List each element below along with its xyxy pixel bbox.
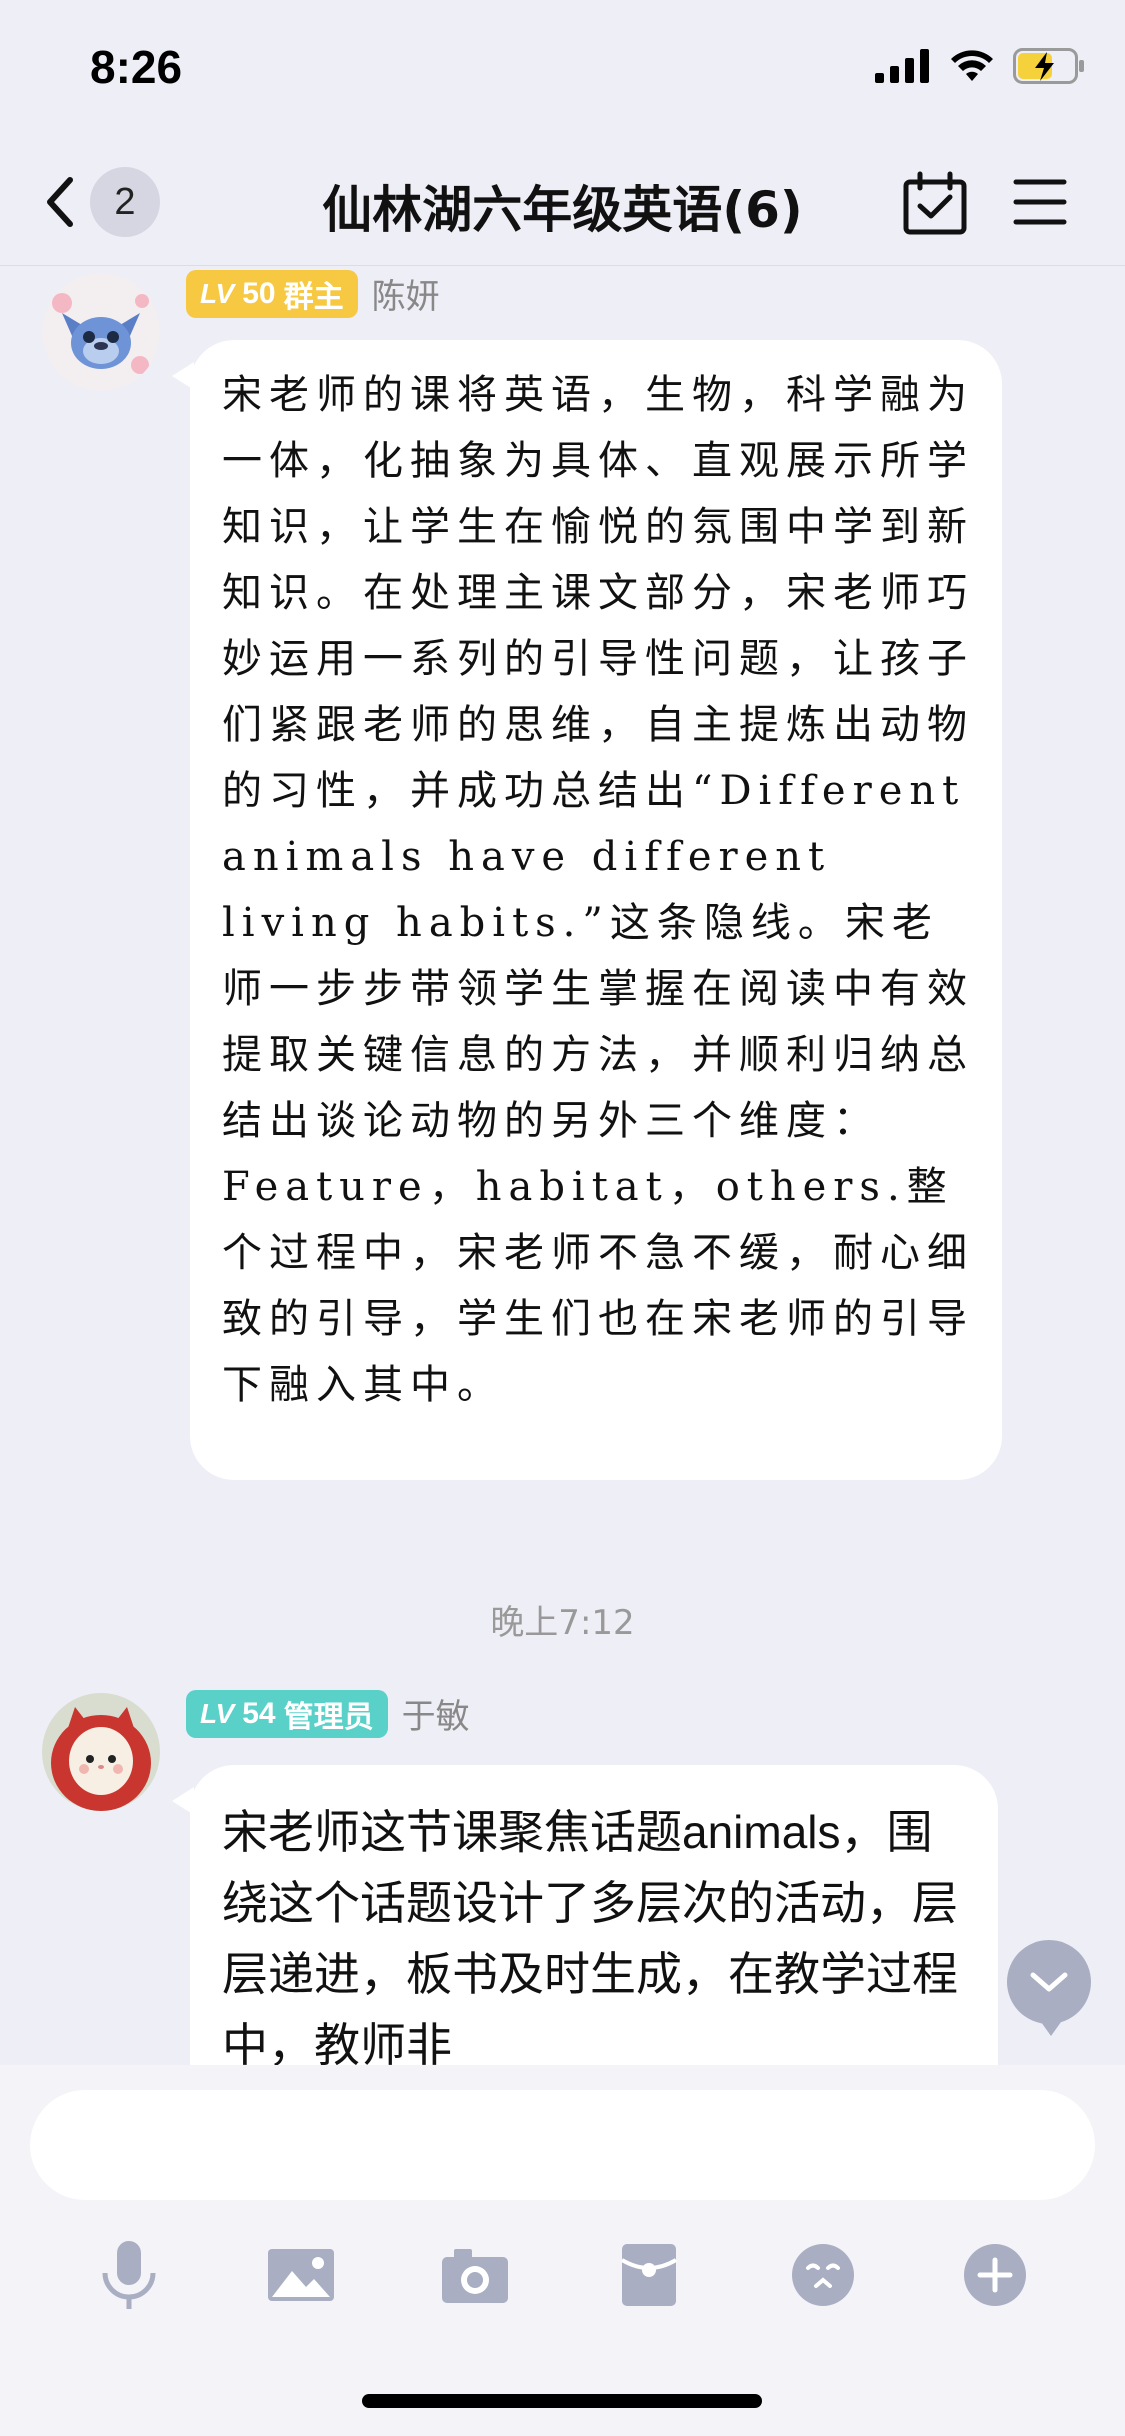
level-number: 54 <box>242 1696 276 1730</box>
message-text: 宋老师这节课聚焦话题animals，围绕这个话题设计了多层次的活动，层层递进，板… <box>222 1806 958 2065</box>
wifi-icon <box>951 50 993 81</box>
level-badge: LV 50 群主 <box>186 269 358 318</box>
avatar[interactable] <box>42 1693 160 1811</box>
camera-button[interactable] <box>430 2230 520 2320</box>
stitch-avatar-icon <box>42 273 160 391</box>
image-icon <box>268 2249 334 2301</box>
calendar-check-icon <box>903 171 967 235</box>
voice-button[interactable] <box>84 2230 174 2320</box>
level-number: 50 <box>242 276 276 310</box>
level-label: LV <box>200 277 235 309</box>
level-badge: LV 54 管理员 <box>186 1689 388 1738</box>
message-meta: LV 54 管理员 于敏 <box>186 1689 470 1738</box>
chevron-down-icon <box>1030 1972 1068 1992</box>
plus-icon <box>964 2244 1026 2306</box>
input-toolbar <box>0 2230 1125 2340</box>
battery-charging-icon <box>1013 48 1084 84</box>
red-packet-button[interactable] <box>604 2230 694 2320</box>
home-indicator <box>362 2394 762 2408</box>
status-time: 8:26 <box>90 41 183 93</box>
hamburger-menu-icon <box>1013 179 1067 225</box>
role-label: 管理员 <box>283 1700 374 1734</box>
message-input[interactable] <box>30 2090 1095 2200</box>
signal-icon <box>875 49 929 83</box>
chat-message-list[interactable]: LV 50 群主 陈妍 宋老师的课将英语，生物，科学融为一体，化抽象为具体、直观… <box>0 265 1125 2065</box>
more-button[interactable] <box>950 2230 1040 2320</box>
scroll-to-bottom-button[interactable] <box>1007 1940 1091 2036</box>
microphone-icon <box>102 2241 156 2309</box>
message-bubble[interactable]: 宋老师这节课聚焦话题animals，围绕这个话题设计了多层次的活动，层层递进，板… <box>172 1765 998 2065</box>
avatar[interactable] <box>42 273 160 391</box>
nav-bar: 2 仙林湖六年级英语(6) <box>0 140 1125 266</box>
emoji-button[interactable] <box>778 2230 868 2320</box>
image-button[interactable] <box>256 2230 346 2320</box>
message-meta: LV 50 群主 陈妍 <box>186 269 440 318</box>
status-icons <box>875 48 1085 84</box>
cat-avatar-icon <box>42 1693 160 1811</box>
role-label: 群主 <box>283 280 344 314</box>
camera-icon <box>442 2249 508 2303</box>
message-bubble[interactable]: 宋老师的课将英语，生物，科学融为一体，化抽象为具体、直观展示所学知识，让学生在愉… <box>172 340 1002 1480</box>
level-label: LV <box>200 1697 235 1729</box>
message-text: 宋老师的课将英语，生物，科学融为一体，化抽象为具体、直观展示所学知识，让学生在愉… <box>222 372 974 1408</box>
input-area <box>0 2065 1125 2436</box>
status-bar: 8:26 <box>0 0 1125 140</box>
emoji-icon <box>792 2244 854 2306</box>
timestamp-separator: 晚上7:12 <box>490 1603 635 1643</box>
calendar-button[interactable] <box>900 170 970 240</box>
red-packet-icon <box>620 2244 678 2306</box>
menu-button[interactable] <box>1010 172 1070 232</box>
sender-name[interactable]: 陈妍 <box>372 269 440 318</box>
sender-name[interactable]: 于敏 <box>402 1689 470 1738</box>
